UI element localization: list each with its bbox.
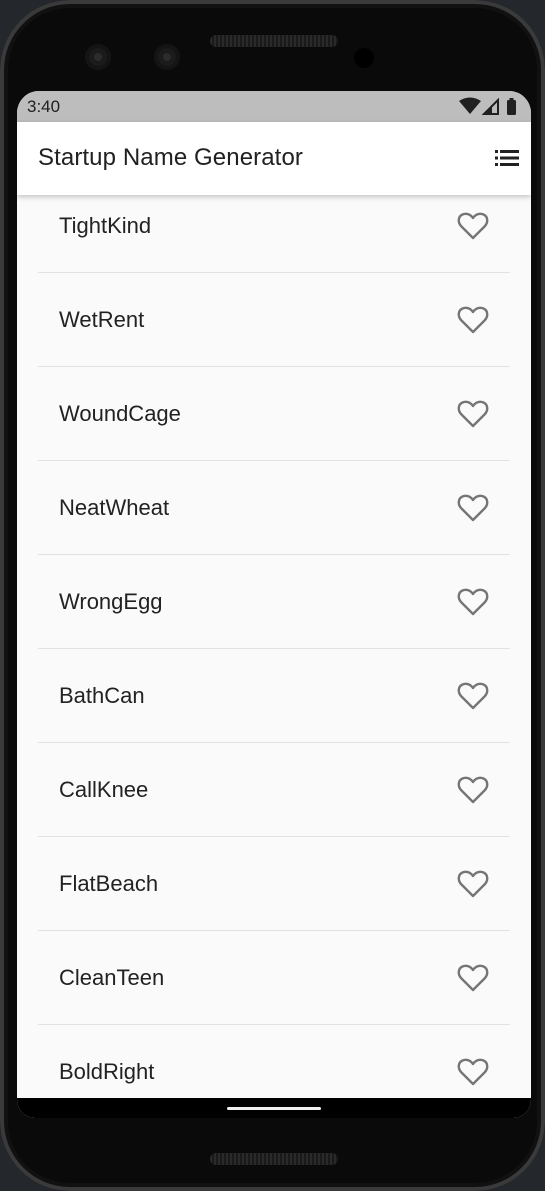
heart-outline-icon[interactable] bbox=[457, 870, 489, 898]
list-item[interactable]: WoundCage bbox=[17, 367, 531, 461]
startup-name: WrongEgg bbox=[59, 589, 163, 614]
startup-name: NeatWheat bbox=[59, 495, 170, 520]
list-item[interactable]: NeatWheat bbox=[17, 461, 531, 555]
navigation-bar bbox=[17, 1098, 531, 1118]
heart-outline-icon[interactable] bbox=[457, 1058, 489, 1086]
battery-icon bbox=[507, 98, 516, 115]
startup-name: WetRent bbox=[59, 307, 145, 332]
earpiece-speaker bbox=[210, 35, 338, 47]
list-icon bbox=[495, 150, 519, 166]
proximity-sensor bbox=[354, 48, 374, 68]
status-time: 3:40 bbox=[27, 97, 61, 116]
saved-list-button[interactable] bbox=[491, 142, 523, 174]
startup-name: FlatBeach bbox=[59, 871, 159, 896]
heart-outline-icon[interactable] bbox=[457, 588, 489, 616]
startup-name: CleanTeen bbox=[59, 965, 165, 990]
status-bar: 3:40 bbox=[17, 91, 531, 122]
startup-name: WoundCage bbox=[59, 401, 181, 426]
startup-name: CallKnee bbox=[59, 777, 149, 802]
signal-icon bbox=[481, 97, 499, 115]
status-icons bbox=[459, 97, 521, 117]
heart-outline-icon[interactable] bbox=[457, 400, 489, 428]
wifi-icon bbox=[459, 97, 481, 114]
list-item[interactable]: FlatBeach bbox=[17, 837, 531, 931]
startup-name: TightKind bbox=[59, 213, 152, 238]
heart-outline-icon[interactable] bbox=[457, 212, 489, 240]
app-bar: Startup Name Generator bbox=[17, 122, 531, 195]
front-camera-secondary bbox=[154, 44, 180, 70]
bottom-speaker bbox=[210, 1153, 338, 1165]
page-title: Startup Name Generator bbox=[38, 144, 303, 171]
home-indicator[interactable] bbox=[227, 1107, 321, 1110]
list-item[interactable]: BathCan bbox=[17, 649, 531, 743]
list-item[interactable]: WrongEgg bbox=[17, 555, 531, 649]
name-list: TightKind WetRent WoundCage NeatWheat Wr bbox=[17, 179, 531, 1118]
front-camera bbox=[85, 44, 111, 70]
list-item[interactable]: CleanTeen bbox=[17, 931, 531, 1025]
list-item[interactable]: WetRent bbox=[17, 273, 531, 367]
startup-name: BathCan bbox=[59, 683, 145, 708]
heart-outline-icon[interactable] bbox=[457, 494, 489, 522]
heart-outline-icon[interactable] bbox=[457, 306, 489, 334]
device-frame: 3:40 Startup Name Generator TightKind We… bbox=[0, 0, 545, 1191]
heart-outline-icon[interactable] bbox=[457, 682, 489, 710]
startup-name: BoldRight bbox=[59, 1059, 155, 1084]
screen: 3:40 Startup Name Generator TightKind We… bbox=[17, 91, 531, 1118]
heart-outline-icon[interactable] bbox=[457, 776, 489, 804]
list-item[interactable]: CallKnee bbox=[17, 743, 531, 837]
heart-outline-icon[interactable] bbox=[457, 964, 489, 992]
